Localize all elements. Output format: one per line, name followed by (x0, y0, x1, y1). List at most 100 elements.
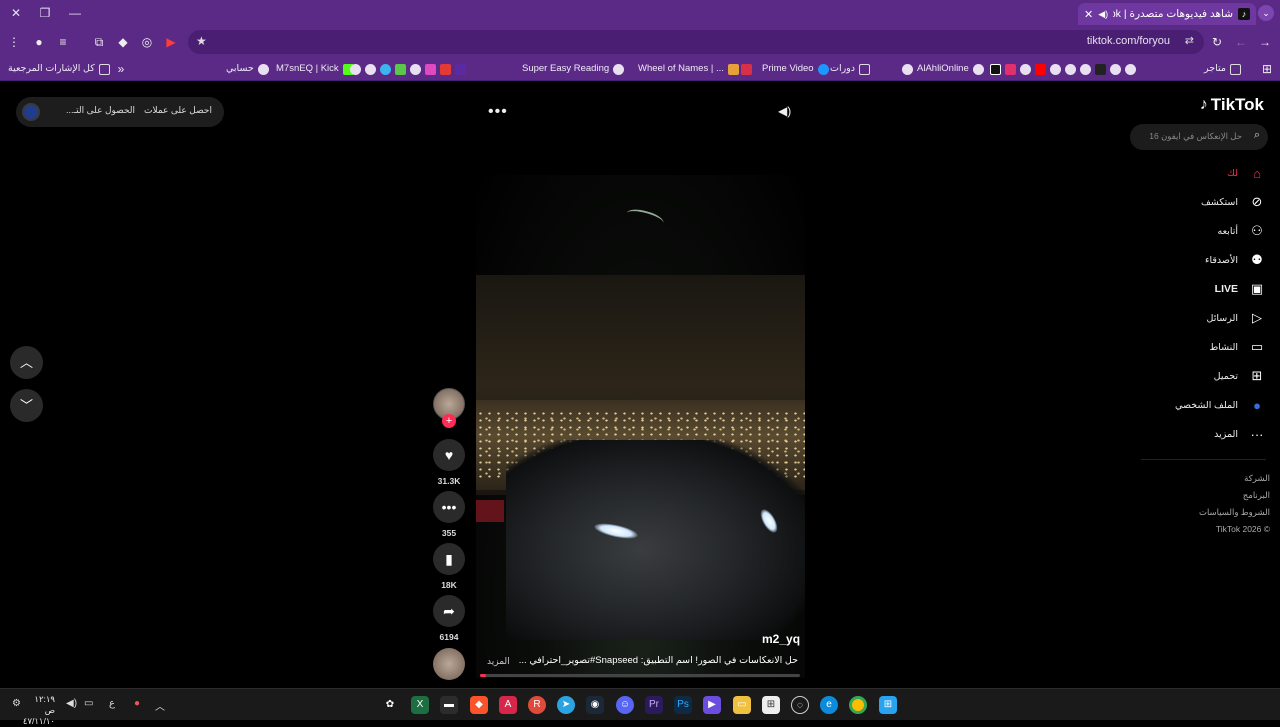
footer-program-link[interactable]: البرنامج (1150, 487, 1270, 504)
app-ai-icon[interactable]: ✿ (381, 696, 399, 714)
bookmarks-overflow-icon[interactable]: » (112, 60, 130, 78)
tray-overflow-icon[interactable]: ︿ (155, 698, 165, 713)
file-explorer-icon[interactable]: ▭ (733, 696, 751, 714)
active-tab[interactable]: ♪ شاهد فيديوهات متصدرة | ok: ◀) ✕ (1078, 3, 1256, 25)
volume-icon[interactable]: ◀) (778, 104, 791, 118)
like-heart-icon[interactable]: ♥ (433, 439, 465, 471)
bookmark-courses[interactable]: دورات (830, 61, 870, 77)
sound-avatar[interactable] (433, 648, 465, 680)
globe-icon (1065, 63, 1076, 75)
get-coins-label[interactable]: احصل على عملات (144, 105, 212, 116)
microphone-tray-icon[interactable]: ● (134, 698, 140, 709)
share-arrow-icon[interactable]: ➦ (433, 595, 465, 627)
app-play-icon[interactable]: ▶ (703, 696, 721, 714)
bookmark-alahli[interactable]: AlAhliOnline (902, 61, 984, 77)
bookmark-super-easy-reading[interactable]: Super Easy Reading (522, 61, 625, 77)
extension-circle-icon[interactable]: ◎ (138, 33, 156, 51)
bookmark-kick[interactable]: M7snEQ | Kick (276, 61, 354, 77)
upload-icon: ⊞ (1251, 368, 1263, 383)
follow-plus-icon[interactable]: + (442, 414, 456, 428)
footer-terms-link[interactable]: الشروط والسياسات (1150, 504, 1270, 521)
windows-start-icon[interactable]: ⊞ (879, 696, 897, 714)
search-icon[interactable]: ⌕ (1254, 129, 1260, 142)
footer-company-link[interactable]: الشركة (1150, 470, 1270, 487)
close-window-icon[interactable]: ✕ (6, 4, 26, 22)
discord-icon[interactable]: ☺ (616, 696, 634, 714)
windows-taskbar: ⚙ ١٢:١٩ ص ٤٧/١١/١٠ ◀) ▭ ع ● ︿ ✿ X ▬ ◆ A … (0, 688, 1280, 726)
restore-window-icon[interactable]: ❐ (35, 4, 55, 22)
next-video-button[interactable]: ﹀ (10, 389, 43, 422)
video-progress-bar[interactable] (480, 674, 800, 677)
media-control-icon[interactable]: ≡ (54, 33, 72, 51)
telegram-icon[interactable]: ➤ (557, 696, 575, 714)
app-r-icon[interactable]: R (528, 696, 546, 714)
address-bar[interactable]: ★ tiktok.com/foryou ⇄ (188, 30, 1204, 54)
steam-icon[interactable]: ◉ (586, 696, 604, 714)
comment-icon[interactable]: ••• (433, 491, 465, 523)
brave-icon[interactable]: ◆ (470, 696, 488, 714)
language-indicator[interactable]: ع (109, 698, 115, 709)
nav-for-you[interactable]: ⌂ لك (1136, 163, 1266, 183)
nav-messages[interactable]: ▷ الرسائل (1136, 308, 1266, 328)
bookmark-prime-video[interactable]: Prime Video (762, 61, 829, 77)
profile-icon[interactable]: ● (30, 33, 48, 51)
excel-icon[interactable]: X (411, 696, 429, 714)
bookmark-icons-group[interactable] (350, 61, 466, 77)
bookmark-wheel-of-names[interactable]: Wheel of Names | ... (638, 61, 739, 77)
bookmark-stores[interactable]: متاجر (1204, 61, 1241, 77)
url-text[interactable]: tiktok.com/foryou (1087, 35, 1170, 47)
bookmark-all[interactable]: كل الإشارات المرجعية (8, 61, 110, 77)
audio-playing-icon[interactable]: ◀) (1098, 9, 1108, 20)
bookmark-star-icon[interactable]: ★ (196, 34, 207, 48)
extensions-icon[interactable]: ⧉ (90, 33, 108, 51)
menu-kebab-icon[interactable]: ⋮ (5, 33, 23, 51)
app-a-icon[interactable]: A (499, 696, 517, 714)
nav-upload[interactable]: ⊞ تحميل (1136, 366, 1266, 386)
tab-search-icon[interactable]: ⌄ (1258, 5, 1274, 21)
photoshop-icon[interactable]: Ps (674, 696, 692, 714)
nav-friends[interactable]: ⚉ الأصدقاء (1136, 250, 1266, 270)
search-input[interactable]: ⌕ حل الإنعكاس في ايفون 16 (1130, 124, 1268, 150)
browser-tab-bar: ✕ ❐ — + ♪ شاهد فيديوهات متصدرة | ok: ◀) … (0, 0, 1280, 27)
minimize-window-icon[interactable]: — (65, 4, 85, 22)
reload-icon[interactable]: ↻ (1208, 33, 1226, 51)
nav-following[interactable]: ⚇ أتابعه (1136, 221, 1266, 241)
tab-close-icon[interactable]: ✕ (1084, 8, 1093, 21)
extension-youtube-icon[interactable]: ▶ (162, 33, 180, 51)
get-app-label[interactable]: الحصول على التـ... (66, 105, 135, 116)
bookmark-icon[interactable]: ▮ (433, 543, 465, 575)
nav-live[interactable]: ▣ LIVE (1136, 279, 1266, 299)
top-promo-pill[interactable]: الحصول على التـ... احصل على عملات (16, 97, 224, 127)
settings-tray-icon[interactable]: ⚙ (12, 698, 21, 709)
chrome-icon[interactable] (849, 696, 867, 714)
nav-profile[interactable]: ● الملف الشخصي (1136, 395, 1266, 415)
app-circle-icon[interactable]: ◌ (791, 696, 809, 714)
nav-activity[interactable]: ▭ النشاط (1136, 337, 1266, 357)
forward-icon[interactable]: ← (1232, 33, 1250, 51)
caption-more-link[interactable]: المزيد (487, 656, 510, 667)
video-player[interactable] (476, 175, 805, 678)
taskbar-clock[interactable]: ١٢:١٩ ص ٤٧/١١/١٠ (23, 694, 55, 727)
creator-username[interactable]: m2_yq (762, 632, 800, 646)
prime-video-icon (817, 63, 829, 75)
premiere-icon[interactable]: Pr (645, 696, 663, 714)
bookmark-icons-group-2[interactable] (990, 61, 1136, 77)
bookmark-my-account[interactable]: حسابي (226, 61, 269, 77)
user-avatar[interactable] (22, 103, 40, 121)
network-tray-icon[interactable]: ▭ (84, 698, 93, 709)
video-more-options-icon[interactable]: ••• (488, 103, 508, 121)
volume-tray-icon[interactable]: ◀) (66, 698, 77, 709)
bookmark-app-m[interactable] (741, 61, 752, 77)
back-icon[interactable]: → (1256, 33, 1274, 51)
terminal-icon[interactable]: ▬ (440, 696, 458, 714)
edge-taskbar-icon[interactable]: e (820, 696, 838, 714)
nav-explore[interactable]: ⊘ استكشف (1136, 192, 1266, 212)
nav-more[interactable]: ··· المزيد (1136, 424, 1266, 444)
nav-label: LIVE (1214, 283, 1238, 295)
store-icon[interactable]: ⊞ (762, 696, 780, 714)
apps-grid-icon[interactable]: ⊞ (1258, 60, 1276, 78)
tiktok-logo[interactable]: ♪ TikTok (1200, 95, 1264, 115)
extension-diamond-icon[interactable]: ◆ (114, 33, 132, 51)
previous-video-button[interactable]: ︿ (10, 346, 43, 379)
site-settings-icon[interactable]: ⇄ (1185, 34, 1194, 47)
